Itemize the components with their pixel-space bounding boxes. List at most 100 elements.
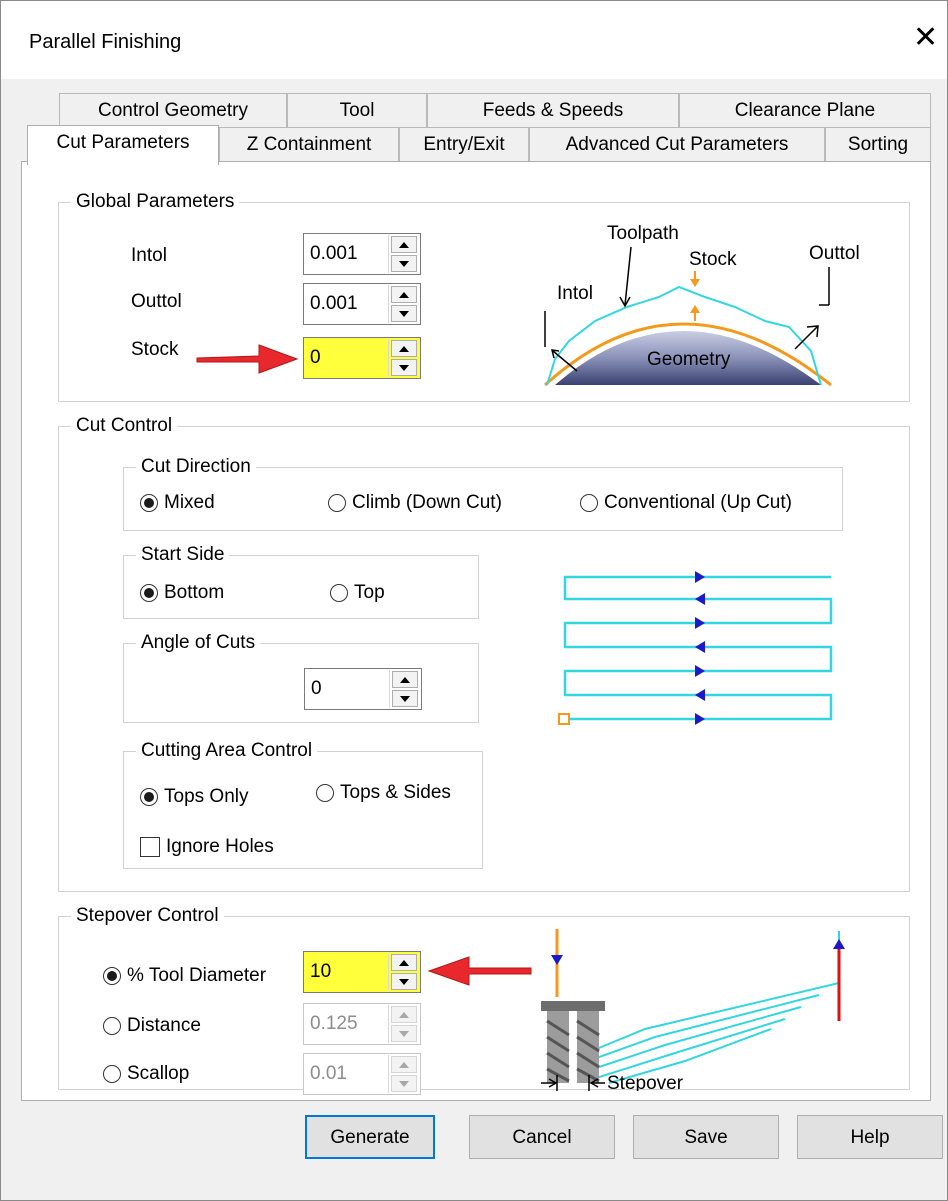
tab-z-containment[interactable]: Z Containment — [219, 127, 399, 163]
spin-up-icon[interactable] — [391, 286, 417, 303]
mixed-label: Mixed — [164, 492, 215, 513]
tab-advanced-cut-parameters[interactable]: Advanced Cut Parameters — [529, 127, 825, 163]
intol-input[interactable] — [304, 234, 386, 274]
intol-diagram-label: Intol — [557, 283, 593, 304]
spin-up-icon[interactable] — [391, 340, 417, 357]
save-button[interactable]: Save — [633, 1115, 779, 1159]
spin-down-icon — [391, 1025, 417, 1042]
spin-down-icon[interactable] — [391, 255, 417, 272]
outtol-input[interactable] — [304, 284, 386, 324]
angle-of-cuts-input[interactable] — [305, 669, 387, 709]
stock-input[interactable] — [304, 338, 386, 378]
scallop-input — [304, 1054, 386, 1094]
stock-label: Stock — [131, 339, 179, 360]
tab-cut-parameters[interactable]: Cut Parameters — [27, 125, 219, 165]
stock-field[interactable] — [303, 337, 421, 379]
tops-only-radio[interactable]: Tops Only — [140, 786, 248, 808]
distance-field — [303, 1003, 421, 1045]
tab-row-front: Cut Parameters Z Containment Entry/Exit … — [27, 125, 931, 165]
stepover-control-group: Stepover Control % Tool Diameter Distanc… — [58, 903, 910, 1095]
conventional-radio[interactable]: Conventional (Up Cut) — [580, 492, 792, 514]
stock-diagram-label: Stock — [689, 249, 737, 270]
climb-radio[interactable]: Climb (Down Cut) — [328, 492, 502, 514]
radio-icon — [580, 494, 598, 512]
radio-icon — [103, 1017, 121, 1035]
distance-radio[interactable]: Distance — [103, 1015, 201, 1037]
tops-sides-radio[interactable]: Tops & Sides — [316, 782, 451, 804]
radio-selected-icon — [103, 967, 121, 985]
global-parameters-legend: Global Parameters — [71, 189, 240, 215]
angle-of-cuts-group: Angle of Cuts — [123, 630, 479, 723]
title-bar: Parallel Finishing ✕ — [1, 1, 947, 79]
cancel-button[interactable]: Cancel — [469, 1115, 615, 1159]
spin-up-icon[interactable] — [391, 236, 417, 253]
tool-diameter-radio[interactable]: % Tool Diameter — [103, 965, 266, 987]
scallop-radio[interactable]: Scallop — [103, 1063, 189, 1085]
stepover-diagram-label: Stepover — [607, 1073, 684, 1091]
tab-control-geometry[interactable]: Control Geometry — [59, 93, 287, 129]
spin-up-icon — [391, 1056, 417, 1073]
cut-control-group: Cut Control Cut Direction Mixed Climb (D… — [58, 413, 910, 892]
tab-feeds-speeds[interactable]: Feeds & Speeds — [427, 93, 679, 129]
tops-only-label: Tops Only — [164, 786, 249, 807]
spin-up-icon — [391, 1006, 417, 1023]
radio-selected-icon — [140, 788, 158, 806]
cutting-area-control-group: Cutting Area Control Tops Only Tops & Si… — [123, 738, 483, 869]
tab-tool[interactable]: Tool — [287, 93, 427, 129]
spin-down-icon[interactable] — [391, 359, 417, 376]
stock-spinner[interactable] — [388, 339, 419, 377]
bottom-label: Bottom — [164, 582, 225, 603]
distance-label: Distance — [127, 1015, 201, 1036]
scallop-label: Scallop — [127, 1063, 190, 1084]
spin-up-icon[interactable] — [392, 671, 418, 688]
distance-input — [304, 1004, 386, 1044]
top-radio[interactable]: Top — [330, 582, 385, 604]
angle-spinner[interactable] — [389, 670, 420, 708]
distance-spinner — [388, 1005, 419, 1043]
angle-of-cuts-legend: Angle of Cuts — [136, 630, 261, 656]
climb-label: Climb (Down Cut) — [352, 492, 502, 513]
bottom-radio[interactable]: Bottom — [140, 582, 224, 604]
spin-down-icon[interactable] — [392, 690, 418, 707]
tool-diameter-input[interactable] — [304, 952, 386, 992]
parallel-finishing-dialog: Parallel Finishing ✕ Control Geometry To… — [0, 0, 948, 1201]
generate-button[interactable]: Generate — [305, 1115, 435, 1159]
scallop-spinner — [388, 1055, 419, 1093]
geometry-diagram-label: Geometry — [647, 349, 731, 370]
toolpath-diagram-label: Toolpath — [607, 223, 679, 244]
tool-diameter-label: % Tool Diameter — [127, 965, 267, 986]
tool-diameter-spinner[interactable] — [388, 953, 419, 991]
ignore-holes-checkbox[interactable]: Ignore Holes — [140, 836, 274, 858]
stepover-diagram-icon: Stepover — [541, 929, 845, 1091]
outtol-spinner[interactable] — [388, 285, 419, 323]
spin-down-icon — [391, 1075, 417, 1092]
cut-parameters-panel: Global Parameters Intol Outtol Stock — [21, 161, 931, 1101]
start-side-legend: Start Side — [136, 542, 230, 568]
mixed-radio[interactable]: Mixed — [140, 492, 215, 514]
outtol-field[interactable] — [303, 283, 421, 325]
close-icon[interactable]: ✕ — [913, 23, 938, 53]
ignore-holes-label: Ignore Holes — [166, 836, 274, 857]
tab-sorting[interactable]: Sorting — [825, 127, 931, 163]
intol-field[interactable] — [303, 233, 421, 275]
tab-entry-exit[interactable]: Entry/Exit — [399, 127, 529, 163]
spin-down-icon[interactable] — [391, 305, 417, 322]
angle-of-cuts-field[interactable] — [304, 668, 422, 710]
stepover-control-legend: Stepover Control — [71, 903, 224, 929]
cutting-area-control-legend: Cutting Area Control — [136, 738, 318, 764]
tab-clearance-plane[interactable]: Clearance Plane — [679, 93, 931, 129]
outtol-diagram-label: Outtol — [809, 243, 860, 264]
cut-control-legend: Cut Control — [71, 413, 178, 439]
cut-direction-legend: Cut Direction — [136, 454, 256, 480]
tool-diameter-field[interactable] — [303, 951, 421, 993]
help-button[interactable]: Help — [797, 1115, 943, 1159]
spin-down-icon[interactable] — [391, 973, 417, 990]
radio-icon — [316, 784, 334, 802]
radio-icon — [103, 1065, 121, 1083]
radio-selected-icon — [140, 494, 158, 512]
spin-up-icon[interactable] — [391, 954, 417, 971]
global-parameters-group: Global Parameters Intol Outtol Stock — [58, 189, 910, 402]
conventional-label: Conventional (Up Cut) — [604, 492, 792, 513]
radio-icon — [330, 584, 348, 602]
intol-spinner[interactable] — [388, 235, 419, 273]
